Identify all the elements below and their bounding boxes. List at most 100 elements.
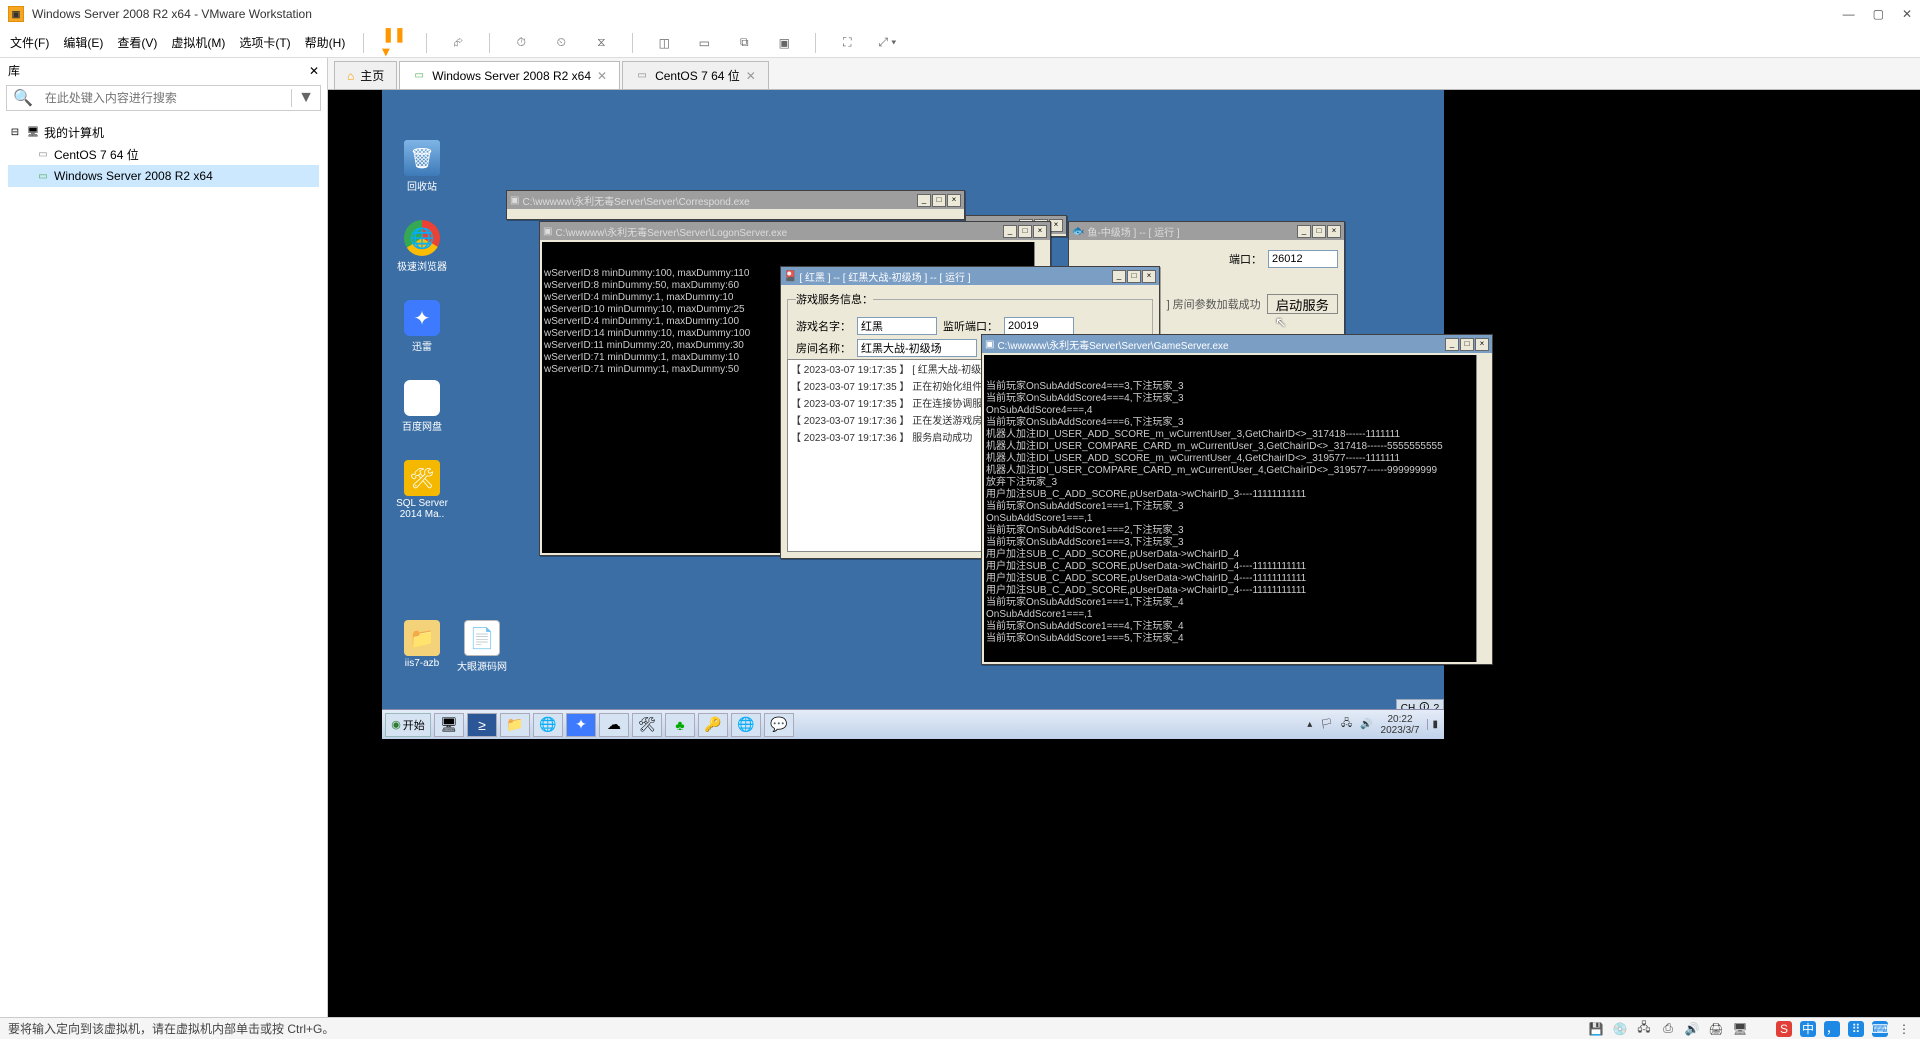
library-close-button[interactable]: ✕	[309, 64, 319, 78]
desktop-icon-baidu[interactable]: ☁ 百度网盘	[392, 380, 452, 433]
close-button[interactable]: ×	[1033, 225, 1047, 238]
desktop-icon-recycle[interactable]: 🗑 回收站	[392, 140, 452, 193]
desktop-icon-iis[interactable]: 📁 iis7-azb	[392, 620, 452, 669]
minimize-button[interactable]: _	[1003, 225, 1017, 238]
maximize-button[interactable]: ▢	[1873, 7, 1884, 21]
minimize-button[interactable]: _	[1297, 225, 1311, 238]
tray-sound-icon[interactable]: 🔊	[1360, 719, 1372, 730]
view-split-button[interactable]: ◫	[651, 30, 677, 56]
guest-desktop[interactable]: 🗑 回收站 🌐 极速浏览器 ✦ 迅雷 ☁ 百度网盘 🛠 SQL Ser	[382, 90, 1444, 739]
device-printer-icon[interactable]: 🖨	[1708, 1021, 1724, 1037]
maximize-button[interactable]: □	[1127, 270, 1141, 283]
desktop-icon-xunlei[interactable]: ✦ 迅雷	[392, 300, 452, 353]
taskbar-xunlei-button[interactable]: ✦	[566, 713, 596, 737]
desktop-icon-source[interactable]: 📄 大眼源码网	[452, 620, 512, 673]
tab-centos[interactable]: ▭ CentOS 7 64 位 ✕	[622, 61, 769, 89]
view-unity-button[interactable]: ⧉	[731, 30, 757, 56]
tab-close-button[interactable]: ✕	[597, 69, 607, 83]
taskbar-app3-button[interactable]: 🌐	[731, 713, 761, 737]
tray-flag-icon[interactable]: 🏳	[1320, 719, 1333, 730]
tree-root[interactable]: ⊟ 🖥 我的计算机	[8, 121, 319, 143]
collapse-icon[interactable]: ⊟	[8, 125, 22, 139]
close-button[interactable]: ×	[1049, 219, 1063, 232]
ime-lang-button[interactable]: 中	[1800, 1021, 1816, 1037]
tab-close-button[interactable]: ✕	[746, 69, 756, 83]
window-titlebar[interactable]: 🎴 [ 红黑 ] -- [ 红黑大战-初级场 ] -- [ 运行 ] _ □ ×	[781, 267, 1159, 285]
taskbar-baidu-button[interactable]: ☁	[599, 713, 629, 737]
taskbar-sql-button[interactable]: 🛠	[632, 713, 662, 737]
view-single-button[interactable]: ▭	[691, 30, 717, 56]
maximize-button[interactable]: □	[1018, 225, 1032, 238]
start-service-button[interactable]: 启动服务	[1267, 294, 1338, 314]
close-button[interactable]: ×	[1327, 225, 1341, 238]
window-titlebar[interactable]: 🐟 鱼-中级场 ] -- [ 运行 ] _ □ ×	[1069, 222, 1344, 240]
menu-file[interactable]: 文件(F)	[10, 34, 49, 51]
close-button[interactable]: ×	[1142, 270, 1156, 283]
minimize-button[interactable]: _	[1112, 270, 1126, 283]
maximize-button[interactable]: □	[932, 194, 946, 207]
port-input[interactable]	[1268, 250, 1338, 268]
menu-help[interactable]: 帮助(H)	[305, 34, 346, 51]
device-hdd-icon[interactable]: 💾	[1588, 1021, 1604, 1037]
taskbar-app1-button[interactable]: ♣	[665, 713, 695, 737]
port-input[interactable]	[1004, 317, 1074, 335]
menu-tabs[interactable]: 选项卡(T)	[239, 34, 290, 51]
window-gameserver[interactable]: ▣ C:\wwwww\永利无毒Server\Server\GameServer.…	[981, 334, 1493, 665]
tree-item-winserver[interactable]: ▭ Windows Server 2008 R2 x64	[8, 165, 319, 187]
snapshot-manager-button[interactable]: ⧖	[588, 30, 614, 56]
minimize-button[interactable]: _	[917, 194, 931, 207]
tray-expand-button[interactable]: ▴	[1307, 719, 1312, 730]
clock[interactable]: 20:22 2023/3/7	[1381, 714, 1420, 736]
window-titlebar[interactable]: ▣ C:\wwwww\永利无毒Server\Server\Correspond.…	[507, 191, 964, 209]
tab-home[interactable]: ⌂ 主页	[334, 61, 397, 89]
taskbar-app4-button[interactable]: 💬	[764, 713, 794, 737]
tree-item-centos[interactable]: ▭ CentOS 7 64 位	[8, 143, 319, 165]
maximize-button[interactable]: □	[1312, 225, 1326, 238]
search-dropdown-button[interactable]: ▼	[291, 89, 320, 107]
maximize-button[interactable]: □	[1460, 338, 1474, 351]
ime-punct-button[interactable]: ，	[1824, 1021, 1840, 1037]
device-net-icon[interactable]: 🖧	[1636, 1021, 1652, 1037]
snapshot-revert-button[interactable]: ⏲	[548, 30, 574, 56]
tab-winserver[interactable]: ▭ Windows Server 2008 R2 x64 ✕	[399, 61, 620, 89]
view-console-button[interactable]: ▣	[771, 30, 797, 56]
scrollbar[interactable]	[1476, 355, 1490, 662]
device-display-icon[interactable]: 🖥	[1732, 1021, 1748, 1037]
pause-button[interactable]: ❚❚ ▾	[382, 30, 408, 56]
ime-more-button[interactable]: ⋮	[1896, 1021, 1912, 1037]
close-button[interactable]: ✕	[1902, 7, 1912, 21]
window-correspond[interactable]: ▣ C:\wwwww\永利无毒Server\Server\Correspond.…	[506, 190, 965, 220]
menu-edit[interactable]: 编辑(E)	[63, 34, 103, 51]
desktop-icon-browser[interactable]: 🌐 极速浏览器	[392, 220, 452, 273]
stretch-button[interactable]: ⤢ ▾	[874, 30, 900, 56]
taskbar-folder-button[interactable]: 📁	[500, 713, 530, 737]
close-button[interactable]: ×	[1475, 338, 1489, 351]
ime-keyboard-button[interactable]: ⌨	[1872, 1021, 1888, 1037]
desktop-icon-sqlserver[interactable]: 🛠 SQL Server 2014 Ma..	[392, 460, 452, 520]
menu-view[interactable]: 查看(V)	[117, 34, 157, 51]
device-sound-icon[interactable]: 🔊	[1684, 1021, 1700, 1037]
send-button[interactable]: ⮳	[445, 30, 471, 56]
search-input[interactable]	[39, 91, 291, 105]
library-search[interactable]: 🔍 ▼	[6, 85, 321, 111]
tray-network-icon[interactable]: 🖧	[1341, 716, 1352, 733]
taskbar-app2-button[interactable]: 🔑	[698, 713, 728, 737]
device-cd-icon[interactable]: 💿	[1612, 1021, 1628, 1037]
start-button[interactable]: ◉ 开始	[385, 713, 431, 737]
console-output[interactable]: 当前玩家OnSubAddScore4===3,下注玩家_3当前玩家OnSubAd…	[984, 355, 1490, 662]
ime-softkb-button[interactable]: ⠿	[1848, 1021, 1864, 1037]
window-titlebar[interactable]: ▣ C:\wwwww\永利无毒Server\Server\GameServer.…	[982, 335, 1492, 353]
vm-viewport[interactable]: 🗑 回收站 🌐 极速浏览器 ✦ 迅雷 ☁ 百度网盘 🛠 SQL Ser	[328, 90, 1920, 1017]
taskbar-explorer-button[interactable]: 🖥	[434, 713, 464, 737]
close-button[interactable]: ×	[947, 194, 961, 207]
room-input[interactable]	[857, 339, 977, 357]
window-titlebar[interactable]: ▣ C:\wwwww\永利无毒Server\Server\LogonServer…	[540, 222, 1050, 240]
taskbar-powershell-button[interactable]: ≥	[467, 713, 497, 737]
minimize-button[interactable]: _	[1445, 338, 1459, 351]
menu-vm[interactable]: 虚拟机(M)	[171, 34, 225, 51]
taskbar-chrome-button[interactable]: 🌐	[533, 713, 563, 737]
fullscreen-button[interactable]: ⛶	[834, 30, 860, 56]
game-name-input[interactable]	[857, 317, 937, 335]
device-usb-icon[interactable]: ⎙	[1660, 1021, 1676, 1037]
show-desktop-button[interactable]: ▮	[1427, 719, 1438, 730]
